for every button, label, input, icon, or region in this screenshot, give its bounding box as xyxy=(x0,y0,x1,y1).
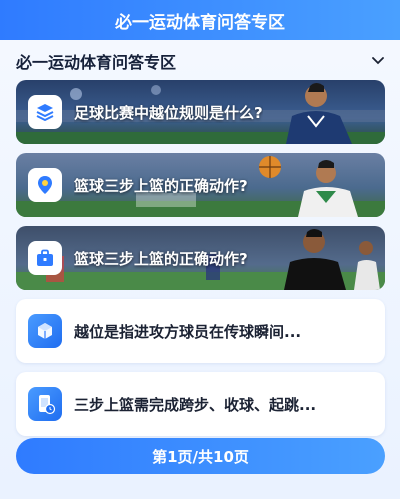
card-label: 越位是指进攻方球员在传球瞬间... xyxy=(74,322,302,341)
chevron-down-icon[interactable] xyxy=(370,53,386,69)
pagination-button[interactable]: 第1页/共10页 xyxy=(16,438,385,474)
cube-icon xyxy=(28,314,62,348)
card-label: 篮球三步上篮的正确动作? xyxy=(74,249,248,268)
qa-card-offside-rule[interactable]: 足球比赛中越位规则是什么? xyxy=(16,80,385,144)
layers-icon xyxy=(28,95,62,129)
qa-panel: 必一运动体育问答专区 足球比赛中越位规则是什么? 篮球三步上篮的正确动作? 篮球… xyxy=(0,40,400,499)
qa-card-layup-answer[interactable]: 三步上篮需完成跨步、收球、起跳... xyxy=(16,372,385,436)
card-label: 篮球三步上篮的正确动作? xyxy=(74,176,248,195)
phone-clock-icon xyxy=(28,387,62,421)
pagination-label: 第1页/共10页 xyxy=(152,447,249,466)
briefcase-icon xyxy=(28,241,62,275)
section-title: 必一运动体育问答专区 xyxy=(16,53,177,72)
section-header[interactable]: 必一运动体育问答专区 xyxy=(16,48,386,74)
qa-card-layup[interactable]: 篮球三步上篮的正确动作? xyxy=(16,153,385,217)
card-label: 足球比赛中越位规则是什么? xyxy=(74,103,263,122)
header-title: 必一运动体育问答专区 xyxy=(115,12,285,33)
qa-card-offside-answer[interactable]: 越位是指进攻方球员在传球瞬间... xyxy=(16,299,385,363)
qa-card-layup-2[interactable]: 篮球三步上篮的正确动作? xyxy=(16,226,385,290)
location-pin-icon xyxy=(28,168,62,202)
card-label: 三步上篮需完成跨步、收球、起跳... xyxy=(74,395,317,414)
app-header: 必一运动体育问答专区 xyxy=(0,0,400,40)
